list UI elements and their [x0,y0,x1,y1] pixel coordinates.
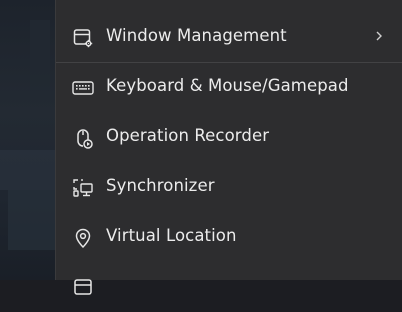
context-menu: Window Management Keyboard & Mouse/Gamep… [56,0,402,295]
menu-item-label: Window Management [106,26,287,45]
mouse-record-icon [72,127,94,149]
background-app-window [0,0,56,280]
menu-item-partial[interactable] [56,262,402,312]
menu-item-virtual-location[interactable]: Virtual Location [56,212,402,262]
menu-item-window-management[interactable]: Window Management [56,12,402,62]
menu-item-label: Synchronizer [106,176,215,195]
synchronizer-icon [72,177,94,199]
keyboard-icon [72,77,94,99]
location-pin-icon [72,227,94,249]
menu-item-label: Virtual Location [106,226,237,245]
menu-item-label: Operation Recorder [106,126,270,145]
menu-item-operation-recorder[interactable]: Operation Recorder [56,112,402,162]
menu-item-keyboard-mouse-gamepad[interactable]: Keyboard & Mouse/Gamepad [56,62,402,112]
menu-item-synchronizer[interactable]: Synchronizer [56,162,402,212]
chevron-right-icon [374,26,386,46]
menu-item-label: Keyboard & Mouse/Gamepad [106,76,349,95]
window-settings-icon [72,27,94,49]
window-icon [72,277,94,299]
